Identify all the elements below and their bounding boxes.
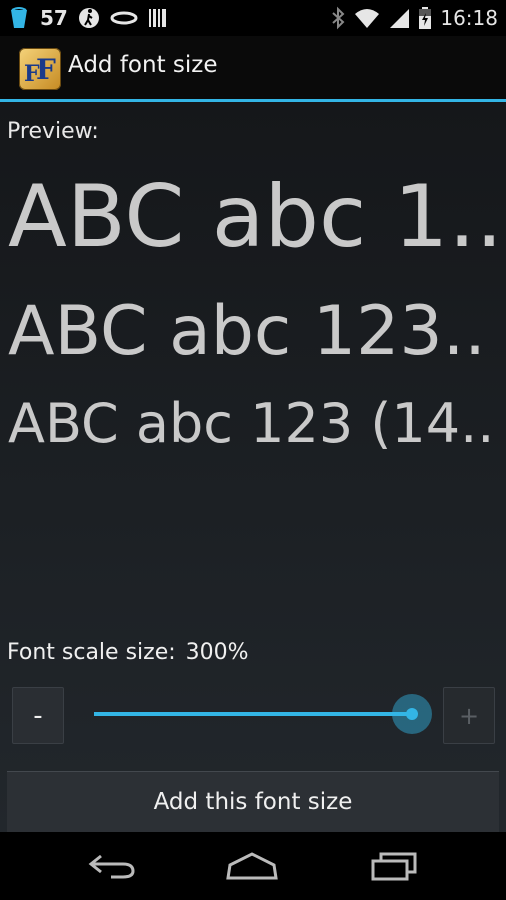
home-icon[interactable] bbox=[222, 850, 282, 882]
font-scale-slider[interactable] bbox=[94, 694, 432, 734]
font-scale-label: Font scale size: bbox=[7, 640, 176, 665]
trash-icon bbox=[8, 6, 30, 30]
ring-icon bbox=[110, 10, 138, 26]
recents-icon[interactable] bbox=[364, 850, 424, 882]
font-scale-row: Font scale size: 300% bbox=[7, 640, 249, 665]
status-bar-right: 16:18 bbox=[330, 0, 498, 36]
slider-fill bbox=[94, 712, 412, 716]
font-scale-value: 300% bbox=[185, 640, 249, 665]
status-bar: 57 16:18 bbox=[0, 0, 506, 36]
main-content: Preview: ABC abc 1.. ABC abc 123.. ABC a… bbox=[0, 102, 506, 832]
status-bar-left: 57 bbox=[8, 0, 168, 36]
decrease-button[interactable]: - bbox=[12, 687, 64, 744]
clock: 16:18 bbox=[440, 6, 498, 30]
app-icon[interactable]: F F bbox=[19, 48, 61, 90]
notification-count: 57 bbox=[40, 6, 68, 30]
preview-text-medium: ABC abc 123.. bbox=[8, 292, 486, 371]
barcode-icon bbox=[148, 7, 168, 29]
increase-button[interactable]: + bbox=[443, 687, 495, 744]
add-font-size-button[interactable]: Add this font size bbox=[7, 771, 499, 832]
preview-text-small: ABC abc 123 (14.. bbox=[8, 392, 495, 455]
action-bar: F F Add font size bbox=[0, 36, 506, 100]
svg-text:F: F bbox=[36, 53, 56, 85]
bluetooth-icon bbox=[330, 6, 346, 30]
navigation-bar bbox=[0, 832, 506, 900]
slider-thumb[interactable] bbox=[406, 708, 418, 720]
walker-icon bbox=[78, 6, 100, 30]
wifi-icon bbox=[354, 7, 380, 29]
battery-icon bbox=[418, 6, 432, 30]
back-icon[interactable] bbox=[82, 850, 142, 882]
preview-label: Preview: bbox=[7, 119, 99, 144]
signal-icon bbox=[388, 7, 410, 29]
preview-text-large: ABC abc 1.. bbox=[8, 167, 498, 267]
page-title: Add font size bbox=[68, 52, 218, 78]
